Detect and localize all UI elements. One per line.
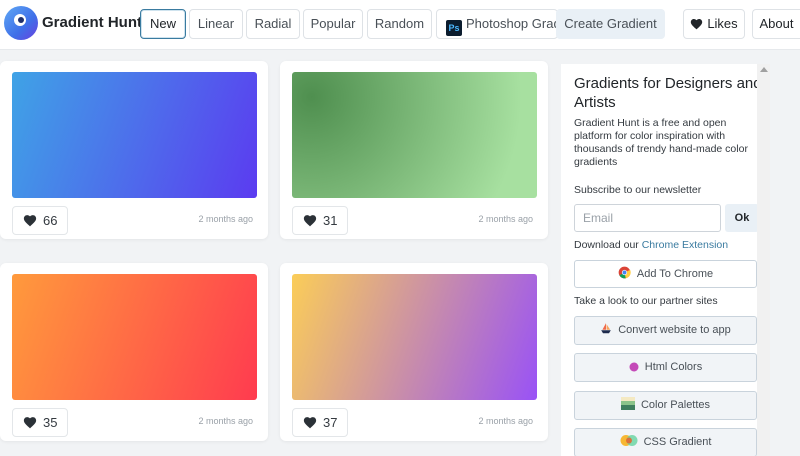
heart-icon	[23, 417, 37, 429]
download-extension-text: Download our Chrome Extension	[574, 239, 728, 251]
gradient-swatch[interactable]	[292, 274, 537, 400]
partner-convert-website-button[interactable]: Convert website to app	[574, 316, 757, 345]
nav-radial[interactable]: Radial	[246, 9, 300, 39]
palette-stack-icon	[620, 397, 635, 410]
card-timestamp: 2 months ago	[198, 214, 253, 224]
sailboat-icon	[601, 323, 612, 334]
partner-label: Convert website to app	[618, 324, 731, 336]
newsletter-label: Subscribe to our newsletter	[574, 184, 702, 196]
partner-label: Html Colors	[644, 361, 703, 373]
nav-popular-label: Popular	[310, 16, 356, 31]
like-count: 35	[43, 415, 58, 430]
css-gradient-icon	[620, 435, 638, 446]
download-prefix: Download our	[574, 239, 642, 251]
sidebar: Gradients for Designers and Artists Grad…	[561, 64, 770, 456]
like-button[interactable]: 37	[292, 408, 348, 437]
gradient-swatch[interactable]	[12, 274, 257, 400]
partner-css-gradient-button[interactable]: CSS Gradient	[574, 428, 757, 456]
nav-linear[interactable]: Linear	[189, 9, 243, 39]
about-button[interactable]: About	[752, 9, 800, 39]
nav-new-label: New	[149, 16, 176, 31]
create-gradient-button[interactable]: Create Gradient	[556, 9, 665, 39]
heart-icon	[691, 19, 703, 30]
card-timestamp: 2 months ago	[198, 416, 253, 426]
partner-color-palettes-button[interactable]: Color Palettes	[574, 391, 757, 420]
gradient-card: 35 2 months ago	[0, 263, 268, 441]
nav-photoshop-gradients[interactable]: Ps Photoshop Gradi	[436, 9, 558, 39]
sidebar-description: Gradient Hunt is a free and open platfor…	[574, 117, 748, 168]
gradient-swatch[interactable]	[12, 72, 257, 198]
gradient-hunt-logo-icon[interactable]	[4, 6, 38, 40]
photoshop-icon: Ps	[446, 20, 462, 36]
card-timestamp: 2 months ago	[478, 416, 533, 426]
heart-icon	[303, 215, 317, 227]
add-to-chrome-button[interactable]: Add To Chrome	[574, 260, 757, 288]
like-button[interactable]: 66	[12, 206, 68, 235]
partner-html-colors-button[interactable]: Html Colors	[574, 353, 757, 382]
gradient-card: 31 2 months ago	[280, 61, 548, 239]
top-navbar: Gradient Hunt New Linear Radial Popular …	[0, 0, 800, 50]
color-dot-icon	[629, 362, 639, 372]
gradient-card: 66 2 months ago	[0, 61, 268, 239]
subscribe-ok-button[interactable]: Ok	[725, 204, 759, 232]
nav-new[interactable]: New	[140, 9, 186, 39]
sidebar-title: Gradients for Designers and Artists	[574, 75, 762, 111]
nav-linear-label: Linear	[197, 16, 235, 31]
chrome-icon	[618, 266, 631, 279]
heart-icon	[303, 417, 317, 429]
scroll-up-arrow-icon[interactable]	[760, 67, 768, 72]
about-label: About	[759, 16, 794, 31]
likes-button[interactable]: Likes	[683, 9, 745, 39]
create-gradient-label: Create Gradient	[564, 16, 657, 31]
partner-label: CSS Gradient	[643, 436, 712, 448]
card-timestamp: 2 months ago	[478, 214, 533, 224]
nav-radial-label: Radial	[254, 16, 292, 31]
like-button[interactable]: 35	[12, 408, 68, 437]
email-input[interactable]: Email	[574, 204, 721, 232]
like-button[interactable]: 31	[292, 206, 348, 235]
like-count: 37	[323, 415, 338, 430]
gradient-card: 37 2 months ago	[280, 263, 548, 441]
nav-popular[interactable]: Popular	[303, 9, 363, 39]
brand-name[interactable]: Gradient Hunt	[42, 14, 142, 31]
chrome-extension-link[interactable]: Chrome Extension	[642, 239, 728, 251]
nav-random-label: Random	[374, 16, 425, 31]
heart-icon	[23, 215, 37, 227]
partners-label: Take a look to our partner sites	[574, 295, 718, 307]
likes-label: Likes	[707, 16, 738, 31]
logo-pupil	[18, 17, 24, 23]
partner-label: Color Palettes	[640, 399, 711, 411]
like-count: 66	[43, 213, 58, 228]
gradient-swatch[interactable]	[292, 72, 537, 198]
like-count: 31	[323, 213, 338, 228]
nav-photoshop-label: Photoshop Gradi	[466, 16, 558, 31]
sidebar-scrollbar[interactable]	[757, 64, 770, 456]
add-to-chrome-label: Add To Chrome	[636, 268, 714, 280]
nav-random[interactable]: Random	[367, 9, 432, 39]
